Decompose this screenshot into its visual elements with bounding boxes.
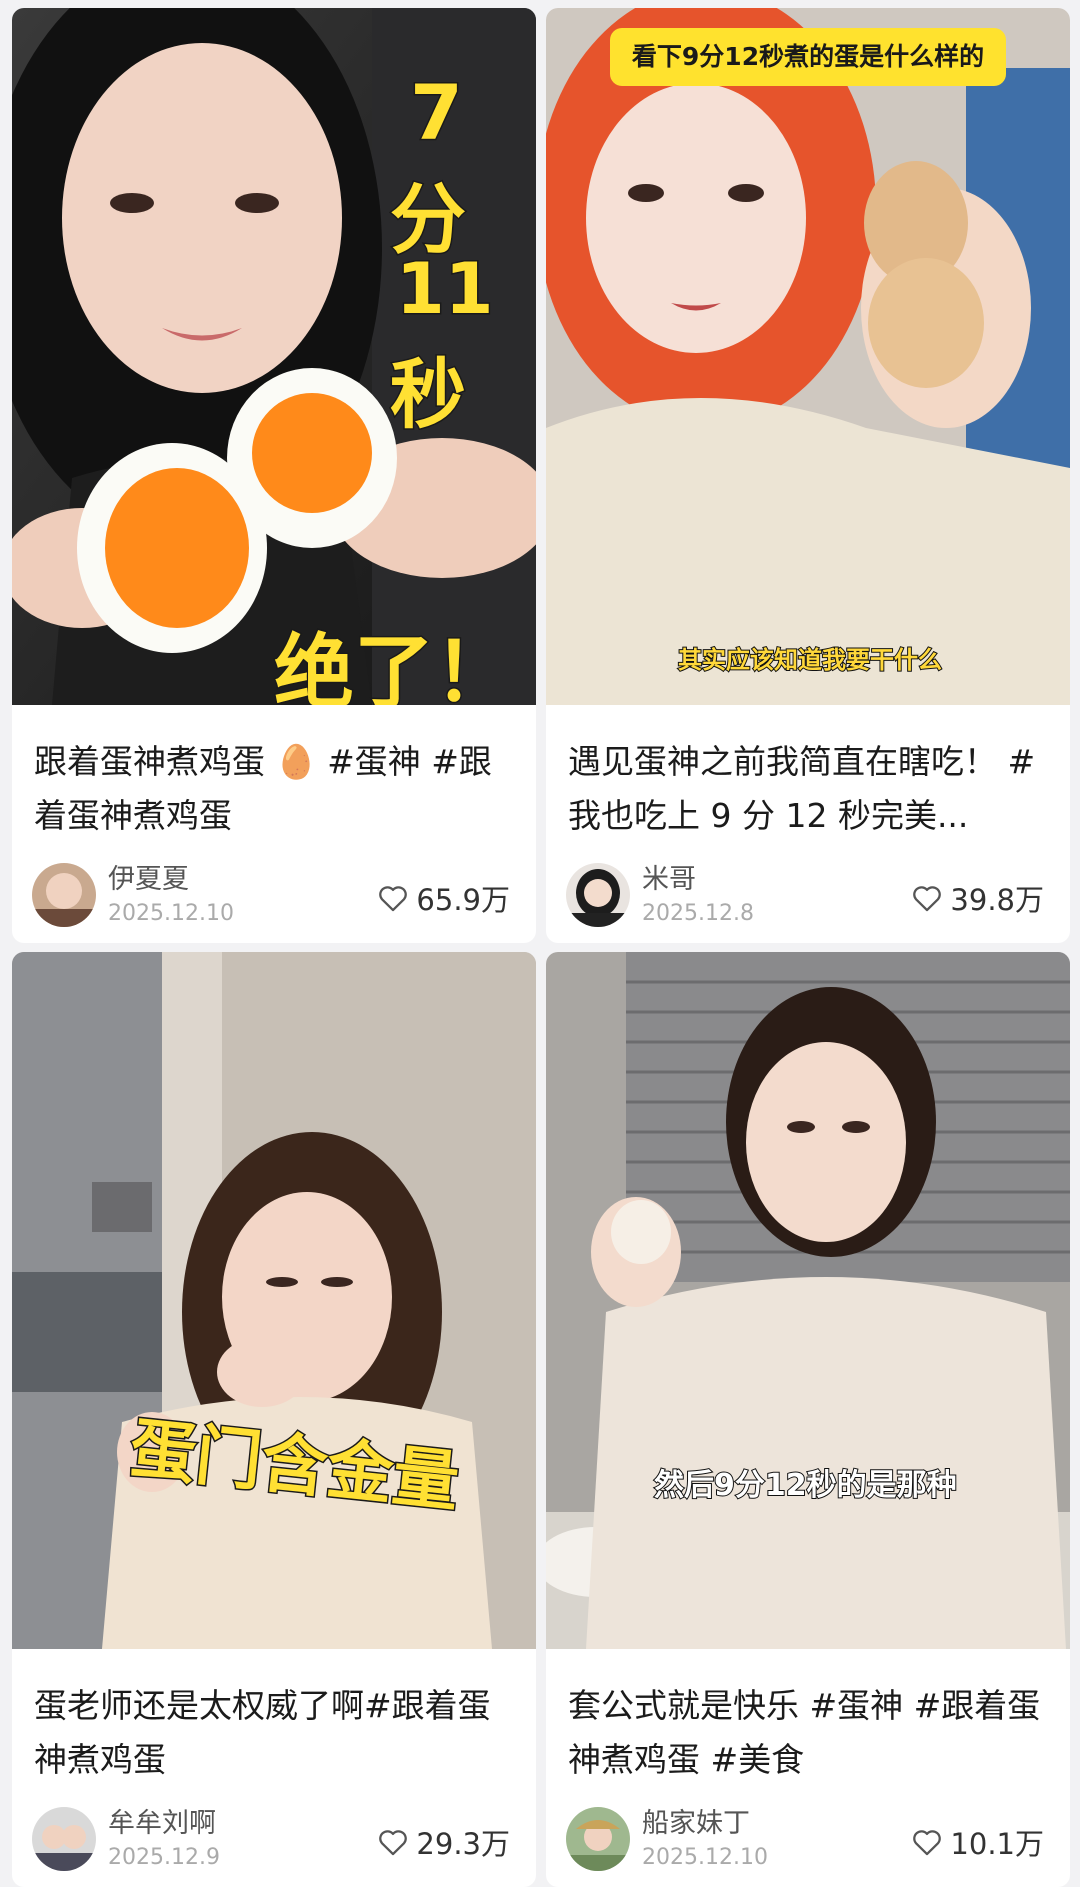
video-info: 遇见蛋神之前我简直在瞎吃！ #我也吃上 9 分 12 秒完美... 米哥 202… — [546, 705, 1070, 943]
video-title[interactable]: 蛋老师还是太权威了啊#跟着蛋神煮鸡蛋 — [34, 1679, 520, 1787]
like-count[interactable]: 39.8万 — [910, 877, 1044, 919]
overlay-caption: 7 — [409, 67, 465, 159]
avatar[interactable] — [32, 863, 96, 927]
avatar[interactable] — [566, 863, 630, 927]
like-count[interactable]: 29.3万 — [376, 1821, 510, 1863]
video-card[interactable]: 看下9分12秒煮的蛋是什么样的 其实应该知道我要干什么 遇见蛋神之前我简直在瞎吃… — [546, 8, 1070, 943]
video-thumbnail[interactable]: 然后9分12秒的是那种 — [546, 952, 1070, 1649]
subtitle-caption: 其实应该知道我要干什么 — [677, 645, 943, 675]
like-count-text: 65.9万 — [416, 883, 510, 917]
banner-caption: 看下9分12秒煮的蛋是什么样的 — [631, 42, 985, 71]
author-name[interactable]: 米哥 — [642, 863, 696, 897]
video-title[interactable]: 遇见蛋神之前我简直在瞎吃！ #我也吃上 9 分 12 秒完美... — [568, 735, 1054, 843]
overlay-caption: 绝了！ — [273, 625, 516, 706]
video-title[interactable]: 跟着蛋神煮鸡蛋 🥚 #蛋神 #跟着蛋神煮鸡蛋 — [34, 735, 520, 843]
post-date: 2025.12.10 — [108, 901, 234, 926]
video-title[interactable]: 套公式就是快乐 #蛋神 #跟着蛋神煮鸡蛋 #美食 — [568, 1679, 1054, 1787]
video-thumbnail[interactable]: 蛋门含金量 — [12, 952, 536, 1649]
heart-outline-icon[interactable] — [910, 881, 944, 915]
like-count-text: 10.1万 — [950, 1827, 1044, 1861]
avatar[interactable] — [566, 1807, 630, 1871]
video-feed-grid: 7 分 11 秒 绝了！ 跟着蛋神煮鸡蛋 🥚 #蛋神 #跟着蛋神煮鸡蛋 伊夏夏 … — [0, 0, 1080, 1887]
heart-outline-icon[interactable] — [376, 881, 410, 915]
video-info: 蛋老师还是太权威了啊#跟着蛋神煮鸡蛋 牟牟刘啊 2025.12.9 29.3万 — [12, 1649, 536, 1887]
video-info: 套公式就是快乐 #蛋神 #跟着蛋神煮鸡蛋 #美食 船家妹丁 2025.12.10… — [546, 1649, 1070, 1887]
overlay-caption: 11 — [394, 247, 494, 332]
heart-outline-icon[interactable] — [376, 1825, 410, 1859]
video-card[interactable]: 蛋门含金量 蛋老师还是太权威了啊#跟着蛋神煮鸡蛋 牟牟刘啊 2025.12.9 … — [12, 952, 536, 1887]
video-card[interactable]: 7 分 11 秒 绝了！ 跟着蛋神煮鸡蛋 🥚 #蛋神 #跟着蛋神煮鸡蛋 伊夏夏 … — [12, 8, 536, 943]
author-name[interactable]: 牟牟刘啊 — [108, 1807, 216, 1841]
post-date: 2025.12.8 — [642, 901, 754, 926]
avatar[interactable] — [32, 1807, 96, 1871]
like-count-text: 39.8万 — [950, 883, 1044, 917]
subtitle-caption: 然后9分12秒的是那种 — [653, 1467, 958, 1504]
video-thumbnail[interactable]: 7 分 11 秒 绝了！ — [12, 8, 536, 705]
like-count[interactable]: 10.1万 — [910, 1821, 1044, 1863]
author-name[interactable]: 伊夏夏 — [108, 863, 189, 897]
like-count-text: 29.3万 — [416, 1827, 510, 1861]
video-card[interactable]: 然后9分12秒的是那种 套公式就是快乐 #蛋神 #跟着蛋神煮鸡蛋 #美食 船家妹… — [546, 952, 1070, 1887]
overlay-caption: 秒 — [389, 349, 468, 441]
post-date: 2025.12.9 — [108, 1845, 220, 1870]
video-thumbnail[interactable]: 看下9分12秒煮的蛋是什么样的 其实应该知道我要干什么 — [546, 8, 1070, 705]
post-date: 2025.12.10 — [642, 1845, 768, 1870]
like-count[interactable]: 65.9万 — [376, 877, 510, 919]
author-name[interactable]: 船家妹丁 — [642, 1807, 750, 1841]
heart-outline-icon[interactable] — [910, 1825, 944, 1859]
video-info: 跟着蛋神煮鸡蛋 🥚 #蛋神 #跟着蛋神煮鸡蛋 伊夏夏 2025.12.10 65… — [12, 705, 536, 943]
